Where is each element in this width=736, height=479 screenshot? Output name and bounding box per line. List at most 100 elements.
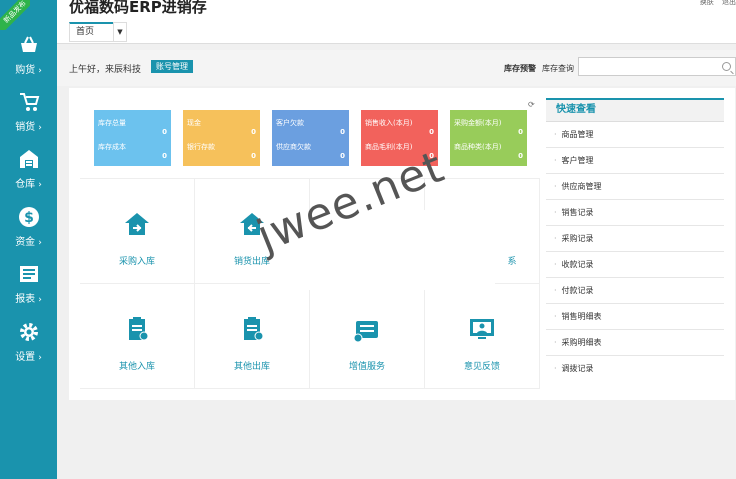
quick-link-sales-record[interactable]: · 销售记录 <box>546 200 724 226</box>
svg-text:$: $ <box>24 210 34 226</box>
quick-view-title: 快速查看 <box>546 100 724 122</box>
bullet-icon: · <box>554 234 557 243</box>
corner-ribbon[interactable]: 新品发布 <box>0 0 30 30</box>
action-label: 其他出库 <box>233 362 270 372</box>
inventory-query-link[interactable]: 库存查询 <box>542 64 574 73</box>
sidebar-item-label: 设置 <box>15 352 36 363</box>
feedback-button[interactable]: 意见反馈 <box>425 284 540 389</box>
sidebar-item-label: 资金 <box>15 237 36 248</box>
inventory-warning-link[interactable]: 库存预警 <box>504 64 536 73</box>
sidebar-item-sales[interactable]: 销货 › <box>0 91 57 141</box>
greeting-row: 上午好，来辰科技 账号管理 库存预警 库存查询 <box>57 50 736 86</box>
bullet-icon: · <box>554 338 557 347</box>
action-label: 增值服务 <box>348 362 385 372</box>
tab-home[interactable]: 首页 <box>69 22 114 42</box>
stat-card-inventory[interactable]: 库存总量 0 库存成本 0 <box>94 110 171 166</box>
quick-link-purchase-detail[interactable]: · 采购明细表 <box>546 330 724 356</box>
sidebar: 新品发布 购货 › 销货 › 仓库 › $ 资金 › 报表 › 设置 › <box>0 0 57 479</box>
stat-label: 商品种类(本月) <box>454 143 502 151</box>
stat-label: 商品毛利(本月) <box>365 143 413 151</box>
stat-value: 0 <box>340 152 345 160</box>
tab-bar: 首页 ▼ <box>69 22 127 42</box>
sidebar-item-label: 报表 <box>15 294 36 305</box>
bullet-icon: · <box>554 312 557 321</box>
bullet-icon: · <box>554 286 557 295</box>
other-in-button[interactable]: 其他入库 <box>80 284 195 389</box>
sidebar-item-label: 销货 <box>15 122 36 133</box>
stat-label: 库存总量 <box>98 119 126 127</box>
sidebar-item-purchase[interactable]: 购货 › <box>0 34 57 84</box>
sidebar-item-settings[interactable]: 设置 › <box>0 321 57 371</box>
action-label: 采购入库 <box>118 257 155 267</box>
stat-card-debt[interactable]: 客户欠款 0 供应商欠款 0 <box>272 110 349 166</box>
sidebar-item-warehouse[interactable]: 仓库 › <box>0 148 57 198</box>
logout-link[interactable]: 退出 <box>722 0 736 6</box>
stat-value: 0 <box>429 128 434 136</box>
header: 优福数码ERP进销存 换肤 退出 首页 ▼ <box>57 0 736 44</box>
bullet-icon: · <box>554 130 557 139</box>
feedback-icon <box>470 319 494 339</box>
skin-link[interactable]: 换肤 <box>700 0 714 6</box>
stat-label: 银行存款 <box>187 143 215 151</box>
gear-icon <box>19 323 38 341</box>
sidebar-item-reports[interactable]: 报表 › <box>0 263 57 313</box>
bullet-icon: · <box>554 208 557 217</box>
quick-link-supplier[interactable]: · 供应商管理 <box>546 174 724 200</box>
chevron-down-icon[interactable]: ▼ <box>113 22 127 42</box>
account-manage-button[interactable]: 账号管理 <box>151 60 193 73</box>
stat-value: 0 <box>340 128 345 136</box>
chevron-right-icon: › <box>38 123 42 133</box>
warehouse-icon <box>19 150 38 168</box>
bullet-icon: · <box>554 364 557 373</box>
stat-value: 0 <box>162 152 167 160</box>
purchase-in-button[interactable]: 采购入库 <box>80 179 195 284</box>
greeting-text: 上午好，来辰科技 <box>69 65 142 75</box>
quick-link-purchase-record[interactable]: · 采购记录 <box>546 226 724 252</box>
quick-link-receipt-record[interactable]: · 收款记录 <box>546 252 724 278</box>
search-input[interactable] <box>578 57 736 76</box>
quick-link-label: 商品管理 <box>561 130 594 139</box>
quick-link-label: 采购明细表 <box>561 338 602 347</box>
basket-icon <box>20 36 37 52</box>
quick-link-sales-detail[interactable]: · 销售明细表 <box>546 304 724 330</box>
stat-label: 销售收入(本月) <box>365 119 413 127</box>
purchase-in-icon <box>125 213 149 235</box>
service-icon <box>353 321 378 343</box>
quick-link-label: 付款记录 <box>561 286 594 295</box>
dollar-icon: $ <box>18 207 39 227</box>
header-divider <box>57 43 736 44</box>
chevron-right-icon: › <box>38 353 42 363</box>
quick-link-label: 供应商管理 <box>561 182 602 191</box>
report-icon <box>19 266 38 282</box>
stat-label: 采购金额(本月) <box>454 119 502 127</box>
bullet-icon: · <box>554 182 557 191</box>
quick-link-label: 销售记录 <box>561 208 594 217</box>
cart-icon <box>19 93 39 111</box>
action-label: 其他入库 <box>118 362 155 372</box>
stat-value: 0 <box>251 128 256 136</box>
stat-card-purchase[interactable]: 采购金额(本月) 0 商品种类(本月) 0 <box>450 110 527 166</box>
quick-link-payment-record[interactable]: · 付款记录 <box>546 278 724 304</box>
value-added-service-button[interactable]: 增值服务 <box>310 284 425 389</box>
chevron-right-icon: › <box>38 238 42 248</box>
search-icon[interactable] <box>722 62 731 71</box>
bullet-icon: · <box>554 260 557 269</box>
stat-label: 库存成本 <box>98 143 126 151</box>
quick-link-label: 客户管理 <box>561 156 594 165</box>
refresh-icon[interactable]: ⟳ <box>528 100 535 109</box>
bullet-icon: · <box>554 156 557 165</box>
sidebar-item-label: 购货 <box>15 65 36 76</box>
other-out-button[interactable]: 其他出库 <box>195 284 310 389</box>
quick-link-customer[interactable]: · 客户管理 <box>546 148 724 174</box>
stat-value: 0 <box>162 128 167 136</box>
chevron-right-icon: › <box>38 295 42 305</box>
top-links: 换肤 退出 <box>694 0 736 7</box>
stat-label: 现金 <box>187 119 201 127</box>
stat-value: 0 <box>251 152 256 160</box>
quick-link-transfer-record[interactable]: · 调拨记录 <box>546 356 724 382</box>
quick-link-product[interactable]: · 商品管理 <box>546 122 724 148</box>
quick-link-label: 调拨记录 <box>561 364 594 373</box>
sidebar-item-label: 仓库 <box>15 179 36 190</box>
stat-card-cash[interactable]: 现金 0 银行存款 0 <box>183 110 260 166</box>
sidebar-item-funds[interactable]: $ 资金 › <box>0 206 57 256</box>
